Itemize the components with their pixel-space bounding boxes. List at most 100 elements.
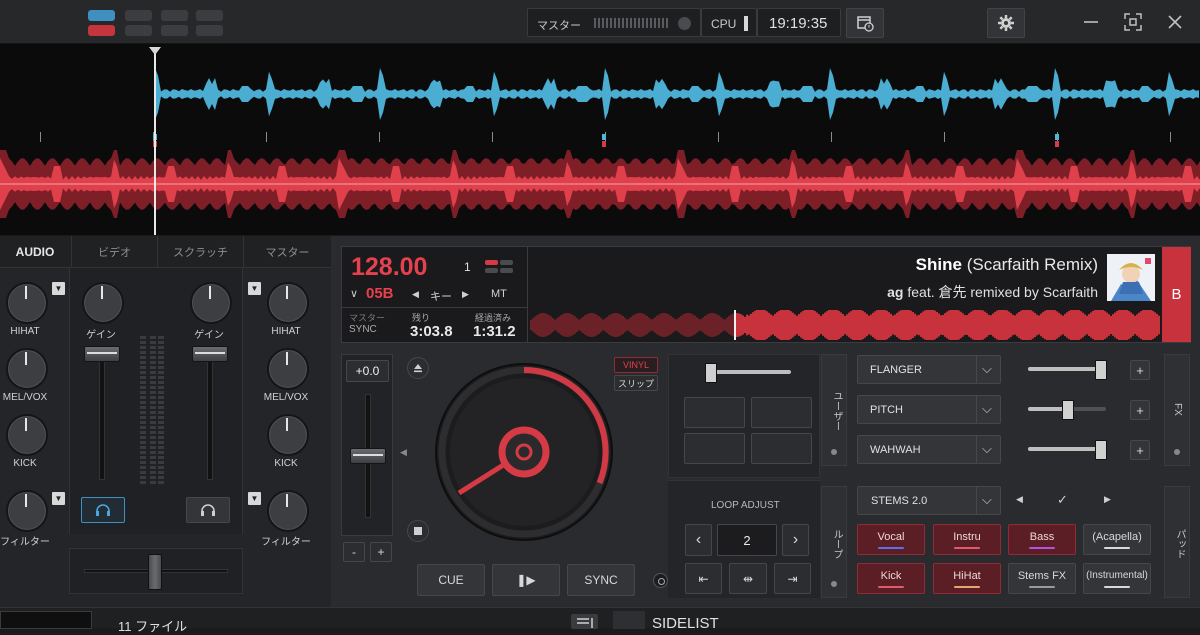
loop-halve-button[interactable]: ‹ — [685, 524, 712, 556]
loop-out-button[interactable]: ⇥ — [774, 563, 811, 594]
filter-knob-right[interactable] — [267, 490, 309, 532]
fx-level-thumb[interactable] — [1062, 400, 1074, 420]
fx-level-thumb[interactable] — [1094, 360, 1107, 380]
eq-melvox-knob-left[interactable] — [6, 348, 48, 390]
eq-kick-knob-right[interactable] — [267, 414, 309, 456]
stems-prev-icon[interactable]: ◀ — [1016, 494, 1023, 505]
fx-add-button[interactable]: + — [1130, 440, 1150, 460]
layout-cell[interactable] — [88, 10, 115, 21]
deck-letter-button[interactable]: B — [1162, 247, 1191, 342]
key-down-icon[interactable]: ◀ — [412, 289, 419, 300]
pads-side-tab[interactable]: パッド — [1164, 486, 1190, 598]
pitch-nudge-icon[interactable]: ◀ — [400, 447, 407, 458]
folder-search-box[interactable] — [0, 611, 92, 629]
track-overview-waveform[interactable] — [530, 310, 1160, 340]
scrolling-waveforms[interactable] — [0, 44, 1200, 235]
cue-button[interactable]: CUE — [417, 564, 485, 596]
eq-melvox-knob-right[interactable] — [267, 348, 309, 390]
layout-cell[interactable] — [161, 10, 188, 21]
tab-audio[interactable]: AUDIO — [0, 236, 70, 267]
layout-cell[interactable] — [88, 25, 115, 36]
vinyl-toggle[interactable]: VINYL — [614, 357, 658, 373]
headphone-cue-left[interactable] — [81, 497, 125, 523]
eq-dropdown-left[interactable]: ▼ — [52, 282, 65, 295]
eq-dropdown-right[interactable]: ▼ — [248, 282, 261, 295]
user-side-tab[interactable]: ユーザー — [821, 354, 847, 466]
fx-select[interactable]: PITCH ⌵ — [857, 395, 1001, 424]
loop-size-display[interactable]: 2 — [717, 524, 777, 556]
eject-button[interactable] — [407, 357, 429, 379]
stem-button[interactable]: Vocal — [857, 524, 925, 555]
bpm[interactable]: 128.00 — [351, 253, 427, 282]
headphone-cue-right[interactable] — [186, 497, 230, 523]
loop-double-button[interactable]: › — [782, 524, 809, 556]
mt-toggle[interactable]: MT — [491, 288, 507, 300]
stems-confirm-icon[interactable]: ✓ — [1057, 492, 1068, 508]
tab-master[interactable]: マスター — [243, 236, 331, 267]
layout-cell[interactable] — [196, 10, 223, 21]
volume-fader-left[interactable] — [84, 346, 120, 362]
user-slider-thumb[interactable] — [705, 363, 717, 383]
volume-fader-track-right[interactable] — [207, 348, 213, 480]
gain-knob-left[interactable] — [82, 282, 124, 324]
fx-level-thumb[interactable] — [1094, 440, 1107, 460]
stem-button[interactable]: (Acapella) — [1083, 524, 1151, 555]
user-pad-1[interactable] — [684, 397, 745, 428]
stem-button[interactable]: Kick — [857, 563, 925, 594]
fx-add-button[interactable]: + — [1130, 400, 1150, 420]
sync-settings-icon[interactable] — [653, 573, 668, 588]
fx-side-tab[interactable]: FX — [1164, 354, 1190, 466]
fx-add-button[interactable]: + — [1130, 360, 1150, 380]
gain-knob-right[interactable] — [190, 282, 232, 324]
minimize-button[interactable] — [1076, 7, 1106, 37]
layout-cell[interactable] — [125, 25, 152, 36]
tab-video[interactable]: ビデオ — [71, 236, 157, 267]
fullscreen-button[interactable] — [1118, 7, 1148, 37]
eq-kick-knob-left[interactable] — [6, 414, 48, 456]
layout-cell[interactable] — [125, 10, 152, 21]
filter-knob-left[interactable] — [6, 490, 48, 532]
settings-button[interactable] — [987, 8, 1025, 38]
stem-button[interactable]: (Instrumental) — [1083, 563, 1151, 594]
user-pad-3[interactable] — [684, 433, 745, 464]
sync-button[interactable]: SYNC — [567, 564, 635, 596]
user-pad-2[interactable] — [751, 397, 812, 428]
key-expand-icon[interactable]: ∨ — [350, 287, 358, 300]
play-pause-button[interactable]: ❚▶ — [492, 564, 560, 596]
eq-hihat-knob-left[interactable] — [6, 282, 48, 324]
filter-dropdown-left[interactable]: ▼ — [52, 492, 65, 505]
eq-hihat-knob-right[interactable] — [267, 282, 309, 324]
stop-button[interactable] — [407, 520, 429, 542]
stem-button[interactable]: Instru — [933, 524, 1001, 555]
pitch-minus-button[interactable]: - — [343, 542, 365, 562]
volume-fader-track-left[interactable] — [99, 348, 105, 480]
calendar-clock-button[interactable] — [846, 8, 884, 38]
crossfader[interactable] — [148, 554, 162, 590]
stem-button[interactable]: Stems FX — [1008, 563, 1076, 594]
list-view-button[interactable] — [571, 614, 598, 629]
fx-select[interactable]: FLANGER ⌵ — [857, 355, 1001, 384]
volume-fader-right[interactable] — [192, 346, 228, 362]
fx-select[interactable]: WAHWAH ⌵ — [857, 435, 1001, 464]
user-slider[interactable] — [707, 370, 791, 374]
layout-cell[interactable] — [196, 25, 223, 36]
key-value[interactable]: 05B — [366, 285, 394, 302]
loop-side-tab[interactable]: ループ — [821, 486, 847, 598]
waveform-display[interactable] — [0, 44, 1200, 235]
loop-in-button[interactable]: ⇤ — [685, 563, 722, 594]
filter-dropdown-right[interactable]: ▼ — [248, 492, 261, 505]
key-up-icon[interactable]: ▶ — [462, 289, 469, 300]
tab-scratch[interactable]: スクラッチ — [157, 236, 243, 267]
layout-cell[interactable] — [161, 25, 188, 36]
stems-select[interactable]: STEMS 2.0 ⌵ — [857, 486, 1001, 515]
stem-button[interactable]: HiHat — [933, 563, 1001, 594]
pitch-value[interactable]: +0.0 — [346, 360, 389, 382]
pitch-plus-button[interactable]: + — [370, 542, 392, 562]
loop-toggle-button[interactable]: ⇹ — [729, 563, 767, 594]
stem-button[interactable]: Bass — [1008, 524, 1076, 555]
close-button[interactable] — [1160, 7, 1190, 37]
sidelist-icon[interactable] — [613, 611, 645, 629]
user-pad-4[interactable] — [751, 433, 812, 464]
jog-wheel[interactable] — [433, 361, 615, 543]
layout-switcher[interactable] — [88, 10, 228, 36]
